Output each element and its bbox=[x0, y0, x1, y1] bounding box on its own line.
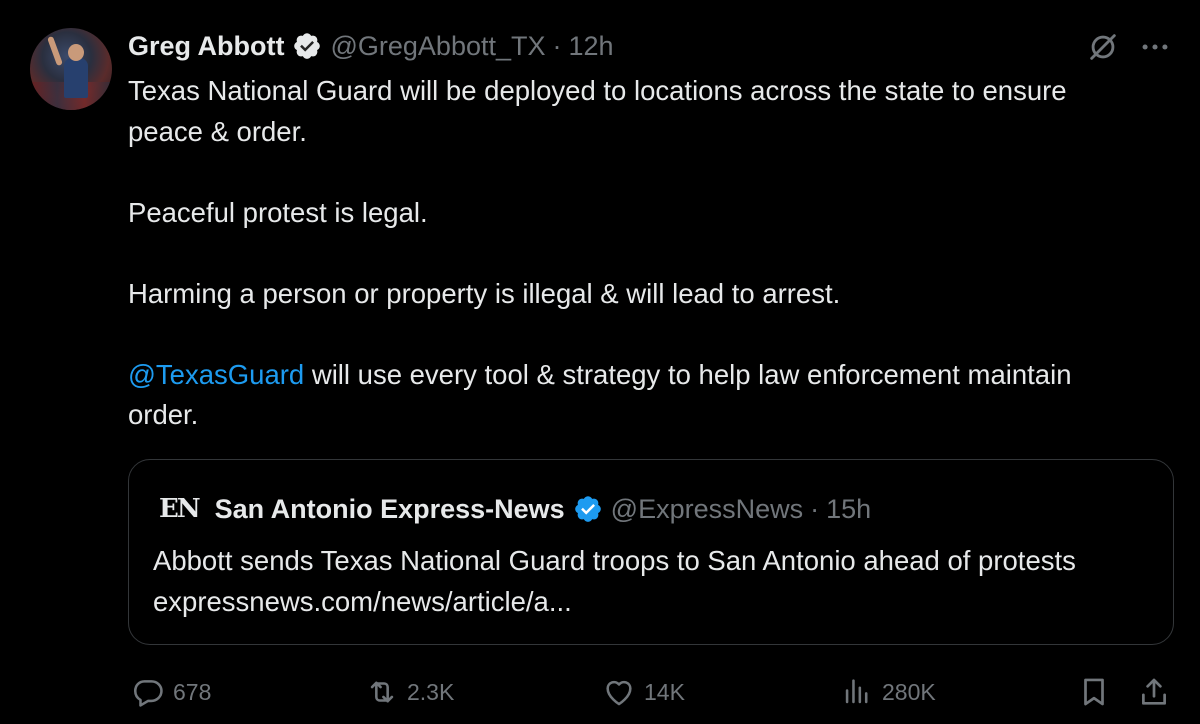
tweet-paragraph-4: @TexasGuard will use every tool & strate… bbox=[128, 355, 1138, 436]
bookmark-button[interactable] bbox=[1077, 670, 1111, 714]
reply-icon bbox=[131, 675, 165, 709]
views-icon bbox=[840, 675, 874, 709]
bookmark-icon bbox=[1077, 675, 1111, 709]
views-button[interactable]: 280K bbox=[840, 670, 936, 714]
repost-button[interactable]: 2.3K bbox=[365, 670, 454, 714]
quoted-tweet[interactable]: EN San Antonio Express-News @ExpressNews… bbox=[128, 459, 1174, 645]
quoted-author-logo: EN bbox=[159, 494, 201, 524]
reply-count: 678 bbox=[173, 678, 212, 705]
more-icon[interactable] bbox=[1138, 30, 1172, 64]
reply-button[interactable]: 678 bbox=[131, 670, 211, 714]
quoted-tweet-text: Abbott sends Texas National Guard troops… bbox=[153, 545, 1076, 617]
quoted-tweet-time: 15h bbox=[826, 493, 872, 524]
like-icon bbox=[602, 675, 636, 709]
avatar[interactable] bbox=[30, 28, 112, 110]
views-count: 280K bbox=[882, 678, 936, 705]
author-name[interactable]: Greg Abbott bbox=[128, 31, 284, 62]
grok-icon[interactable] bbox=[1086, 30, 1120, 64]
quoted-author-name: San Antonio Express-News bbox=[214, 493, 565, 524]
verified-badge-icon bbox=[573, 494, 603, 524]
like-count: 14K bbox=[644, 678, 685, 705]
tweet-time[interactable]: 12h bbox=[569, 31, 614, 62]
tweet-text: Texas National Guard will be deployed to… bbox=[128, 71, 1138, 436]
avatar-figure-head bbox=[68, 44, 84, 61]
verified-badge-icon[interactable] bbox=[292, 31, 322, 61]
mention-link[interactable]: @TexasGuard bbox=[128, 359, 304, 390]
avatar-figure-arm bbox=[47, 35, 63, 67]
author-handle[interactable]: @GregAbbott_TX bbox=[330, 31, 545, 62]
action-bar: 678 2.3K 14K 280K bbox=[0, 670, 1200, 714]
tweet-header: Greg Abbott @GregAbbott_TX · 12h bbox=[128, 28, 614, 64]
tweet[interactable]: Greg Abbott @GregAbbott_TX · 12h Texas N… bbox=[0, 0, 1200, 724]
repost-count: 2.3K bbox=[407, 678, 455, 705]
quoted-header-separator: · bbox=[810, 493, 820, 524]
like-button[interactable]: 14K bbox=[602, 670, 685, 714]
tweet-paragraph-3: Harming a person or property is illegal … bbox=[128, 277, 841, 309]
share-button[interactable] bbox=[1137, 670, 1171, 714]
share-icon bbox=[1137, 675, 1171, 709]
repost-icon bbox=[365, 675, 399, 709]
tweet-paragraph-2: Peaceful protest is legal. bbox=[128, 196, 428, 228]
quoted-author-handle: @ExpressNews bbox=[610, 493, 804, 524]
quoted-tweet-header: EN San Antonio Express-News @ExpressNews… bbox=[159, 490, 871, 528]
tweet-paragraph-1: Texas National Guard will be deployed to… bbox=[128, 75, 1067, 147]
avatar-figure-body bbox=[64, 58, 88, 98]
header-separator: · bbox=[552, 30, 562, 61]
